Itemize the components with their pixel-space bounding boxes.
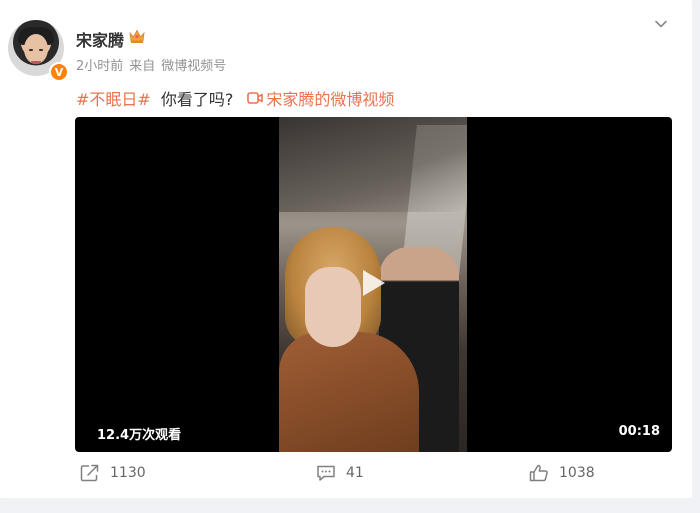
comment-count: 41 xyxy=(346,465,364,481)
author-name[interactable]: 宋家腾 xyxy=(76,27,124,51)
action-bar: 1130 41 1038 xyxy=(0,458,692,488)
post-time[interactable]: 2小时前 xyxy=(76,55,123,74)
video-camera-icon xyxy=(247,92,264,104)
thumbs-up-icon xyxy=(529,464,548,482)
source-prefix: 来自 xyxy=(129,59,156,74)
share-count: 1130 xyxy=(110,465,146,481)
post-body: 你看了吗? xyxy=(160,90,234,109)
video-duration: 00:18 xyxy=(618,424,660,439)
weibo-post-card: V 宋家腾 2小时前 来自 微博视频号 #不眠日# 你看了吗? 宋家腾的微博视频 xyxy=(0,0,692,498)
post-source[interactable]: 微博视频号 xyxy=(161,55,226,74)
post-text: #不眠日# 你看了吗? 宋家腾的微博视频 xyxy=(76,86,394,110)
hashtag-link[interactable]: #不眠日# xyxy=(76,86,151,110)
video-link[interactable]: 宋家腾的微博视频 xyxy=(247,86,394,110)
video-link-label: 宋家腾的微博视频 xyxy=(266,90,395,109)
share-button[interactable]: 1130 xyxy=(80,464,146,482)
comment-icon xyxy=(317,465,335,481)
like-button[interactable]: 1038 xyxy=(529,464,595,482)
crown-icon xyxy=(129,29,145,43)
comment-button[interactable]: 41 xyxy=(316,464,364,482)
share-icon xyxy=(80,464,99,482)
post-meta: 2小时前 来自 微博视频号 xyxy=(76,55,226,74)
verified-badge: V xyxy=(49,62,69,82)
chevron-down-icon[interactable] xyxy=(653,16,669,32)
view-count: 12.4万次观看 xyxy=(97,428,182,443)
play-icon[interactable] xyxy=(354,265,390,301)
video-player[interactable]: 12.4万次观看 00:18 xyxy=(75,117,672,452)
like-count: 1038 xyxy=(559,465,595,481)
